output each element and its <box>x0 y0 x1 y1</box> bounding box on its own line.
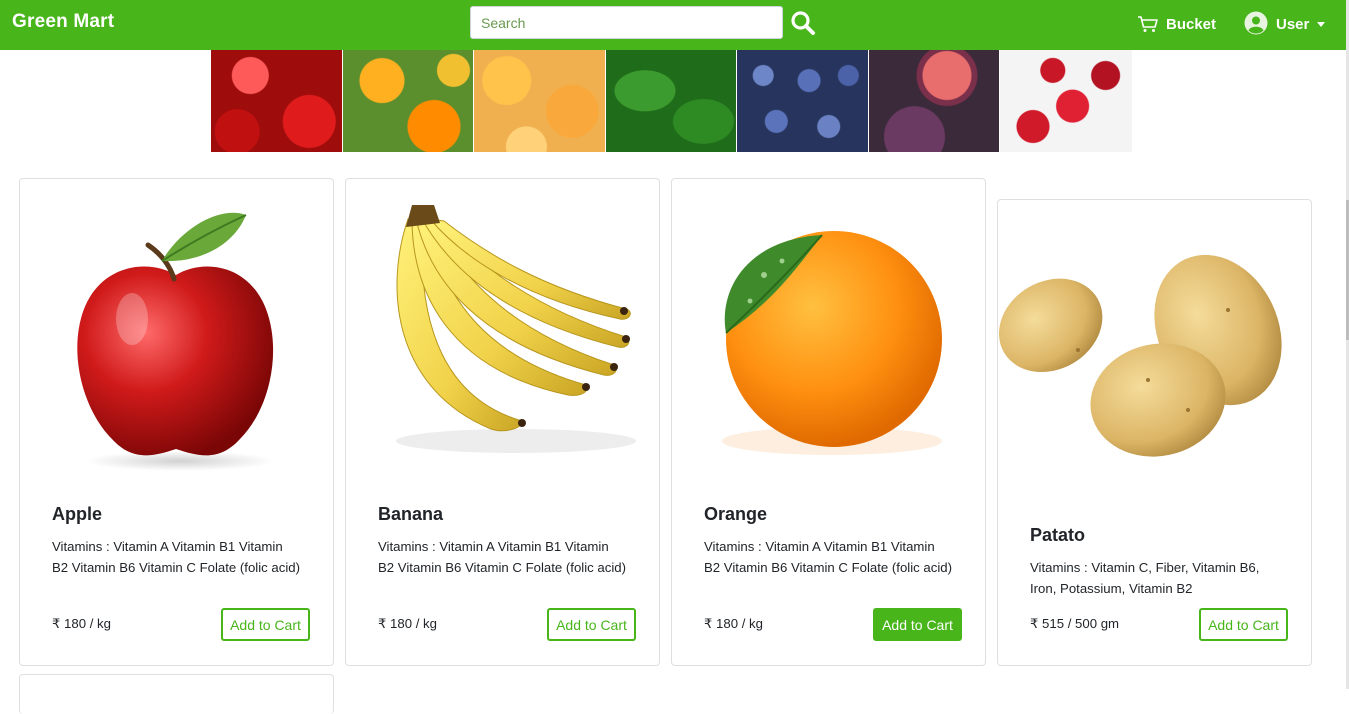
banner-blueberries-image <box>737 50 869 152</box>
product-title: Patato <box>1030 525 1086 545</box>
potato-image <box>998 254 1282 457</box>
user-label: User <box>1276 15 1310 33</box>
add-to-cart-button[interactable]: Add to Cart <box>547 608 636 641</box>
brand-logo[interactable]: Green Mart <box>12 11 114 33</box>
banner-apricots-image <box>474 50 606 152</box>
apple-image <box>77 212 275 471</box>
product-card: Orange Vitamins : Vitamin A Vitamin B1 V… <box>671 178 986 666</box>
search-icon[interactable] <box>790 10 816 36</box>
product-card: Apple Vitamins : Vitamin A Vitamin B1 Vi… <box>19 178 334 666</box>
product-vitamins: Vitamins : Vitamin C, Fiber, Vitamin B6,… <box>1030 560 1260 596</box>
banner-figs-image <box>868 50 1001 152</box>
bucket-label: Bucket <box>1166 15 1217 33</box>
add-to-cart-button[interactable]: Add to Cart <box>873 608 962 641</box>
orange-image <box>722 231 942 455</box>
search-input[interactable] <box>470 6 783 39</box>
user-avatar-icon <box>1244 11 1268 35</box>
product-price: ₹ 180 / kg <box>704 616 763 631</box>
banner-oranges-image <box>342 50 475 152</box>
product-card: Patato Vitamins : Vitamin C, Fiber, Vita… <box>997 199 1312 666</box>
product-title: Banana <box>378 504 444 524</box>
product-card <box>19 674 334 714</box>
product-title: Apple <box>52 504 103 524</box>
product-card: Banana Vitamins : Vitamin A Vitamin B1 V… <box>345 178 660 666</box>
product-price: ₹ 180 / kg <box>378 616 437 631</box>
product-price: ₹ 180 / kg <box>52 616 111 631</box>
banana-image <box>396 205 636 453</box>
cart-icon <box>1138 16 1158 32</box>
add-to-cart-button[interactable]: Add to Cart <box>1199 608 1288 641</box>
product-price: ₹ 515 / 500 gm <box>1030 616 1120 631</box>
banner-leafy-greens-image <box>605 50 738 152</box>
add-to-cart-button[interactable]: Add to Cart <box>221 608 310 641</box>
banner-cherries-image <box>1000 50 1132 152</box>
banner-strawberries-image <box>211 50 343 152</box>
hero-banner <box>211 50 1132 152</box>
product-vitamins: Vitamins : Vitamin A Vitamin B1 Vitamin … <box>704 539 952 575</box>
user-menu[interactable]: User <box>1244 10 1326 36</box>
product-title: Orange <box>704 504 768 524</box>
product-vitamins: Vitamins : Vitamin A Vitamin B1 Vitamin … <box>52 539 300 575</box>
caret-down-icon <box>1317 21 1326 27</box>
navbar: Green Mart Bucket User <box>0 0 1346 50</box>
product-vitamins: Vitamins : Vitamin A Vitamin B1 Vitamin … <box>378 539 626 575</box>
bucket-button[interactable]: Bucket <box>1137 13 1216 35</box>
